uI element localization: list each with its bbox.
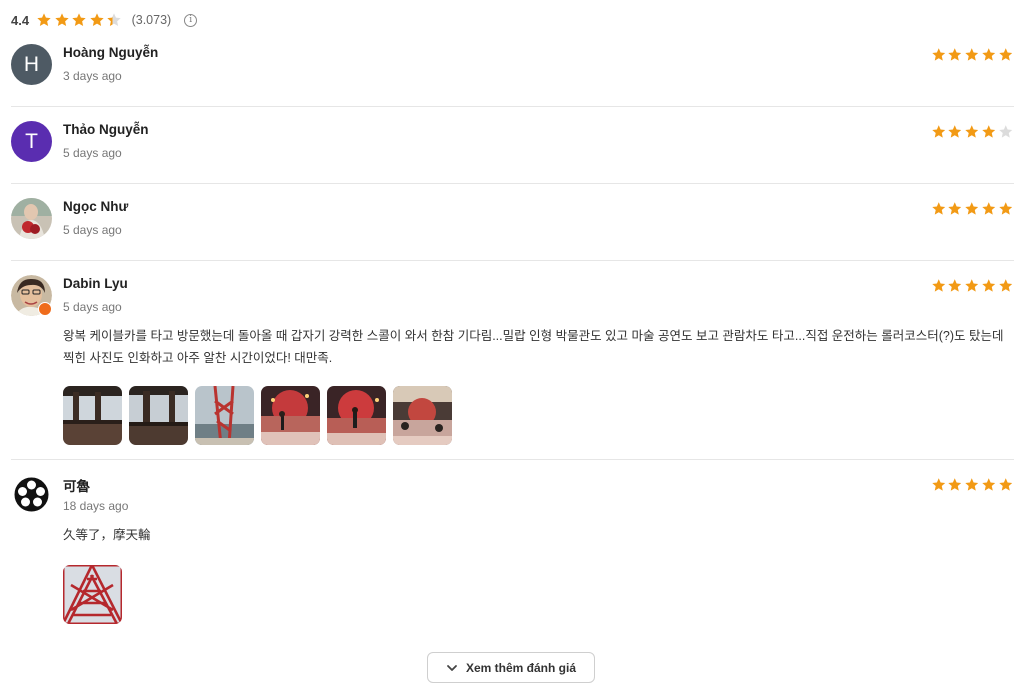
review-stars	[930, 201, 1013, 217]
star-filled-icon	[54, 12, 70, 28]
review-stars	[930, 477, 1013, 493]
review-text: 久等了，摩天輪	[63, 528, 151, 542]
review-photos	[63, 565, 122, 624]
star-filled-icon	[964, 477, 980, 493]
star-filled-icon	[981, 201, 997, 217]
review-count: (3.073)	[131, 13, 172, 27]
star-filled-icon	[998, 278, 1014, 294]
review-item: 可魯 18 days ago 久等了，摩天輪	[11, 474, 1014, 624]
star-filled-icon	[981, 477, 997, 493]
review-photo[interactable]	[129, 386, 188, 445]
reviewer-name[interactable]: Dabin Lyu	[63, 276, 128, 291]
star-filled-icon	[964, 47, 980, 63]
star-filled-icon	[964, 278, 980, 294]
star-filled-icon	[931, 278, 947, 294]
summary-stars	[36, 12, 124, 28]
review-stars	[930, 278, 1013, 294]
review-stars	[930, 124, 1013, 140]
star-filled-icon	[964, 124, 980, 140]
avatar[interactable]	[11, 198, 52, 239]
review-item: Ngọc Như 5 days ago	[11, 198, 1014, 248]
reviewer-name[interactable]: Hoàng Nguyễn	[63, 45, 158, 60]
chevron-down-icon	[447, 664, 457, 671]
star-filled-icon	[931, 47, 947, 63]
divider	[11, 260, 1014, 261]
review-photo[interactable]	[327, 386, 386, 445]
star-filled-icon	[947, 201, 963, 217]
review-date: 5 days ago	[63, 300, 122, 314]
divider	[11, 106, 1014, 107]
reviewer-name[interactable]: Thảo Nguyễn	[63, 122, 149, 137]
star-half-icon	[106, 12, 122, 28]
star-filled-icon	[71, 12, 87, 28]
rating-summary: 4.4 (3.073) i	[11, 11, 198, 29]
average-score: 4.4	[11, 12, 30, 28]
star-empty-icon	[998, 124, 1014, 140]
star-filled-icon	[998, 477, 1014, 493]
info-icon[interactable]: i	[184, 13, 198, 27]
star-filled-icon	[981, 124, 997, 140]
review-photo[interactable]	[63, 565, 122, 624]
review-photo[interactable]	[63, 386, 122, 445]
more-reviews-button[interactable]: Xem thêm đánh giá	[427, 652, 595, 683]
star-filled-icon	[998, 201, 1014, 217]
star-filled-icon	[947, 47, 963, 63]
star-filled-icon	[998, 47, 1014, 63]
review-stars	[930, 47, 1013, 63]
review-date: 18 days ago	[63, 499, 129, 513]
star-filled-icon	[931, 124, 947, 140]
star-filled-icon	[36, 12, 52, 28]
review-date: 3 days ago	[63, 69, 122, 83]
more-reviews-label: Xem thêm đánh giá	[465, 660, 577, 675]
star-filled-icon	[89, 12, 105, 28]
star-filled-icon	[931, 477, 947, 493]
star-filled-icon	[931, 201, 947, 217]
star-filled-icon	[981, 278, 997, 294]
review-photo[interactable]	[261, 386, 320, 445]
avatar[interactable]: H	[11, 44, 52, 85]
reviewer-name[interactable]: Ngọc Như	[63, 199, 128, 214]
local-guide-badge-icon	[38, 302, 52, 316]
review-photo[interactable]	[393, 386, 452, 445]
star-filled-icon	[981, 47, 997, 63]
star-filled-icon	[947, 477, 963, 493]
avatar[interactable]	[11, 474, 52, 515]
divider	[11, 183, 1014, 184]
review-photo[interactable]	[195, 386, 254, 445]
review-date: 5 days ago	[63, 146, 122, 160]
reviewer-name[interactable]: 可魯	[63, 475, 90, 495]
divider	[11, 459, 1014, 460]
review-text: 왕복 케이블카를 타고 방문했는데 돌아올 때 갑자기 강력한 스콜이 와서 한…	[63, 329, 1004, 365]
avatar[interactable]: T	[11, 121, 52, 162]
star-filled-icon	[964, 201, 980, 217]
review-item: H Hoàng Nguyễn 3 days ago	[11, 44, 1014, 94]
avatar[interactable]	[11, 275, 52, 316]
review-date: 5 days ago	[63, 223, 122, 237]
star-filled-icon	[947, 124, 963, 140]
star-filled-icon	[947, 278, 963, 294]
review-photos	[63, 386, 452, 445]
review-item: Dabin Lyu 5 days ago 왕복 케이블카를 타고 방문했는데 돌…	[11, 275, 1014, 445]
review-item: T Thảo Nguyễn 5 days ago	[11, 121, 1014, 171]
